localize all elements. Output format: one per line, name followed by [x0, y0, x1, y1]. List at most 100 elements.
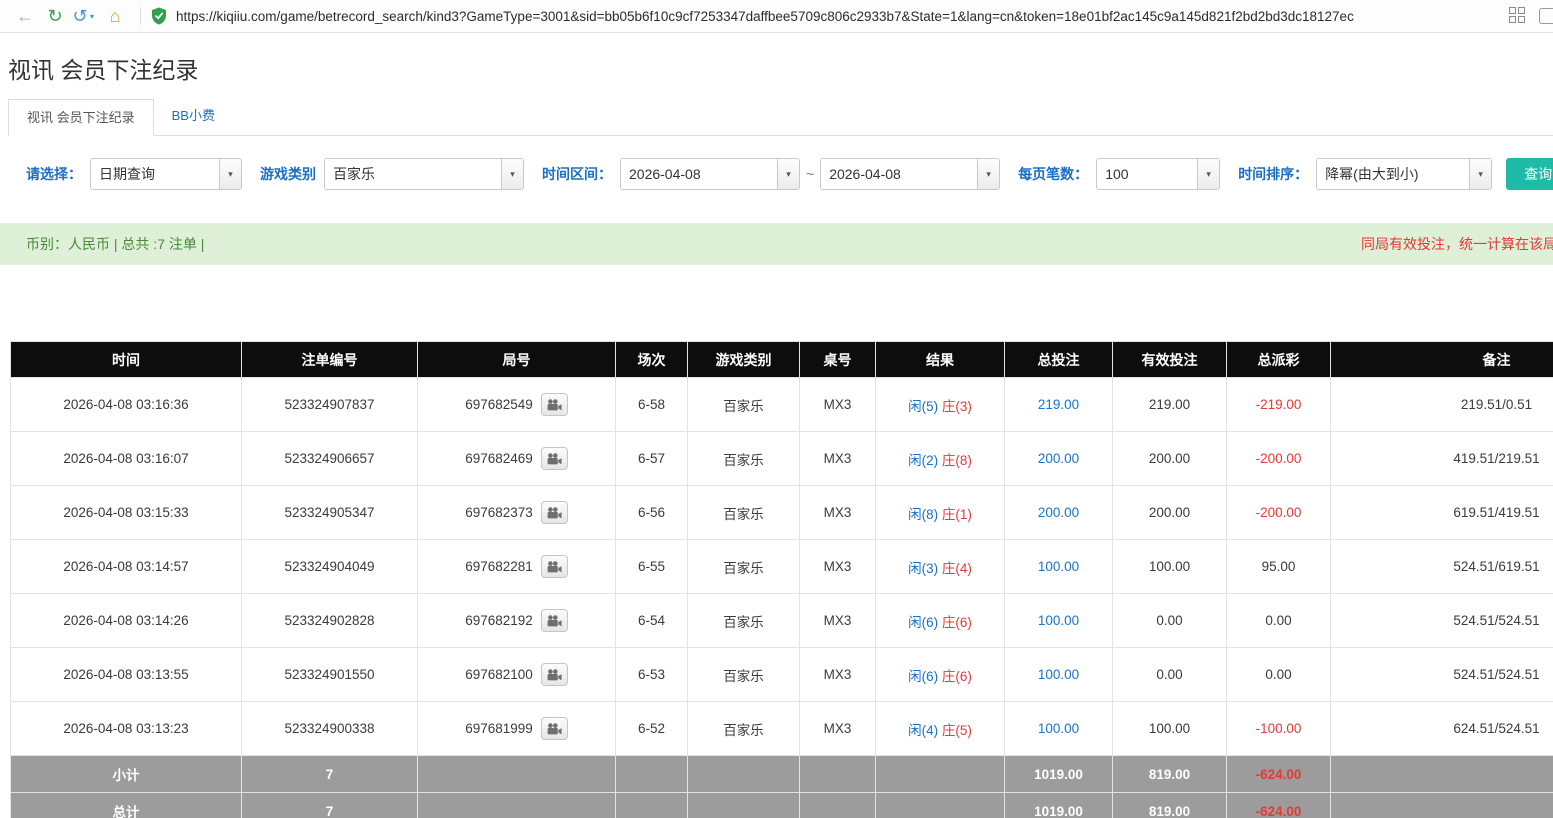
cell-session: 6-53	[616, 648, 688, 702]
cell-round: 697682192	[418, 594, 616, 648]
home-icon[interactable]: ⌂	[100, 0, 130, 32]
cell-result: 闲(3) 庄(4)	[876, 540, 1005, 594]
summary-label: 总计	[11, 793, 242, 818]
undo-control[interactable]: ↺ ▾	[70, 0, 100, 32]
cell-session: 6-56	[616, 486, 688, 540]
cell-time: 2026-04-08 03:13:23	[11, 702, 242, 756]
cell-session: 6-54	[616, 594, 688, 648]
cell-total-bet-link[interactable]: 200.00	[1005, 486, 1113, 540]
cell-note: 524.51/524.51	[1331, 648, 1553, 702]
sort-order-input[interactable]	[1317, 159, 1469, 189]
cell-total-bet-link[interactable]: 100.00	[1005, 702, 1113, 756]
cell-total-bet-link[interactable]: 100.00	[1005, 648, 1113, 702]
valid-bet-notice-text: 同局有效投注，统一计算在该局	[1361, 234, 1553, 254]
clipped-toolbar-icon[interactable]	[1539, 8, 1553, 24]
undo-icon[interactable]: ↺	[70, 0, 90, 32]
combo-caret-icon[interactable]: ▾	[1197, 159, 1219, 189]
cell-total-bet-link[interactable]: 219.00	[1005, 378, 1113, 432]
cell-valid-bet: 0.00	[1113, 648, 1227, 702]
combo-caret-icon[interactable]: ▾	[777, 159, 799, 189]
column-header-0: 时间	[11, 342, 242, 378]
date-to-picker[interactable]: ▾	[820, 158, 1000, 190]
date-to-input[interactable]	[821, 159, 977, 189]
cell-note: 219.51/0.51	[1331, 378, 1553, 432]
summary-empty-cell	[800, 756, 876, 793]
date-from-picker[interactable]: ▾	[620, 158, 800, 190]
back-icon[interactable]: ←	[10, 0, 40, 32]
cell-table-no: MX3	[800, 486, 876, 540]
video-replay-button[interactable]	[541, 717, 568, 740]
column-header-1: 注单编号	[242, 342, 418, 378]
tab-betrecord[interactable]: 视讯 会员下注纪录	[8, 99, 154, 136]
summary-empty-cell	[418, 793, 616, 818]
round-number: 697681999	[465, 721, 533, 736]
page-size-select[interactable]: ▾	[1096, 158, 1220, 190]
refresh-icon[interactable]: ↻	[40, 0, 70, 32]
cell-total-bet-link[interactable]: 100.00	[1005, 540, 1113, 594]
tab-bar: 视讯 会员下注纪录 BB小费	[8, 99, 1553, 136]
cell-session: 6-55	[616, 540, 688, 594]
video-replay-button[interactable]	[541, 609, 568, 632]
tilde-separator: ~	[806, 166, 814, 182]
cell-session: 6-58	[616, 378, 688, 432]
page-size-input[interactable]	[1097, 159, 1197, 189]
cell-total-bet-link[interactable]: 200.00	[1005, 432, 1113, 486]
cell-result: 闲(8) 庄(1)	[876, 486, 1005, 540]
round-number: 697682281	[465, 559, 533, 574]
result-banker: 庄(5)	[942, 723, 972, 738]
combo-caret-icon[interactable]: ▾	[977, 159, 999, 189]
game-type-select[interactable]: ▾	[324, 158, 524, 190]
address-bar[interactable]: https://kiqiiu.com/game/betrecord_search…	[151, 3, 1495, 29]
date-query-select[interactable]: ▾	[90, 158, 242, 190]
video-replay-button[interactable]	[541, 663, 568, 686]
cell-valid-bet: 200.00	[1113, 486, 1227, 540]
cell-game-type: 百家乐	[688, 486, 800, 540]
cell-time: 2026-04-08 03:13:55	[11, 648, 242, 702]
summary-empty-cell	[616, 793, 688, 818]
video-camera-icon	[547, 669, 562, 681]
combo-caret-icon[interactable]: ▾	[501, 159, 523, 189]
video-replay-button[interactable]	[541, 393, 568, 416]
filter-label-query: 请选择：	[26, 164, 82, 184]
filter-label-page-size: 每页笔数：	[1018, 164, 1088, 184]
column-header-6: 结果	[876, 342, 1005, 378]
cell-result: 闲(6) 庄(6)	[876, 648, 1005, 702]
column-header-9: 总派彩	[1227, 342, 1331, 378]
result-player: 闲(4)	[908, 723, 938, 738]
column-header-8: 有效投注	[1113, 342, 1227, 378]
cell-table-no: MX3	[800, 378, 876, 432]
video-replay-button[interactable]	[541, 447, 568, 470]
cell-note: 619.51/419.51	[1331, 486, 1553, 540]
cell-total-bet-link[interactable]: 100.00	[1005, 594, 1113, 648]
filter-label-sort: 时间排序：	[1238, 164, 1308, 184]
cell-result: 闲(6) 庄(6)	[876, 594, 1005, 648]
round-number: 697682469	[465, 451, 533, 466]
result-banker: 庄(1)	[942, 507, 972, 522]
combo-caret-icon[interactable]: ▾	[1469, 159, 1491, 189]
video-replay-button[interactable]	[541, 501, 568, 524]
video-replay-button[interactable]	[541, 555, 568, 578]
date-query-input[interactable]	[91, 159, 219, 189]
combo-caret-icon[interactable]: ▾	[219, 159, 241, 189]
round-number: 697682373	[465, 505, 533, 520]
column-header-7: 总投注	[1005, 342, 1113, 378]
browser-toolbar: ← ↻ ↺ ▾ ⌂ https://kiqiiu.com/game/betrec…	[0, 0, 1553, 33]
result-player: 闲(3)	[908, 561, 938, 576]
undo-dropdown-caret-icon[interactable]: ▾	[90, 12, 94, 21]
cell-session: 6-52	[616, 702, 688, 756]
cell-note: 524.51/619.51	[1331, 540, 1553, 594]
summary-empty-cell	[616, 756, 688, 793]
cell-result: 闲(5) 庄(3)	[876, 378, 1005, 432]
security-shield-icon	[151, 7, 167, 25]
url-text[interactable]: https://kiqiiu.com/game/betrecord_search…	[176, 9, 1354, 24]
game-type-input[interactable]	[325, 159, 501, 189]
cell-time: 2026-04-08 03:16:36	[11, 378, 242, 432]
table-row: 2026-04-08 03:16:36523324907837697682549…	[11, 378, 1553, 432]
tab-bb-tip[interactable]: BB小费	[154, 98, 233, 135]
table-row: 2026-04-08 03:15:33523324905347697682373…	[11, 486, 1553, 540]
search-button[interactable]: 查询	[1506, 158, 1553, 190]
apps-grid-icon[interactable]	[1509, 7, 1527, 25]
sort-order-select[interactable]: ▾	[1316, 158, 1492, 190]
date-from-input[interactable]	[621, 159, 777, 189]
summary-note-empty	[1331, 756, 1553, 793]
